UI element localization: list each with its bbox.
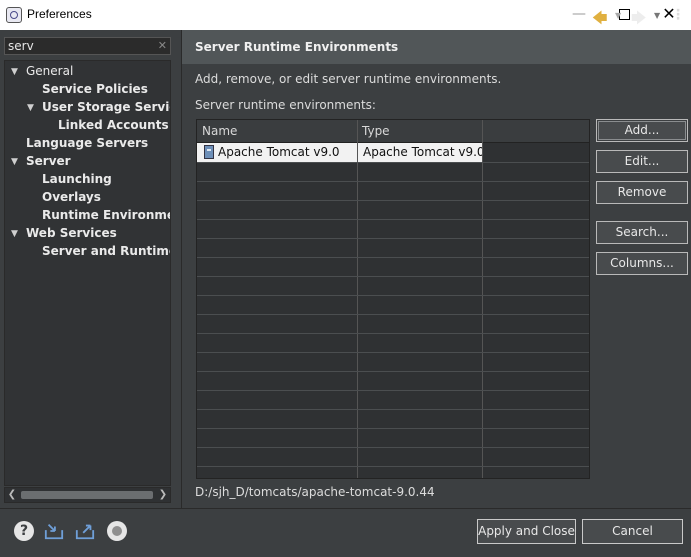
table-row[interactable]: Apache Tomcat v9.0 Apache Tomcat v9.0 — [197, 143, 589, 163]
import-icon[interactable] — [44, 521, 64, 541]
view-menu-icon[interactable]: ⋮ — [671, 7, 685, 23]
forward-arrow-icon[interactable]: 🡆 — [631, 8, 647, 33]
empty-row — [197, 276, 589, 296]
runtime-location-path: D:/sjh_D/tomcats/apache-tomcat-9.0.44 — [195, 485, 435, 499]
page-description: Add, remove, or edit server runtime envi… — [195, 72, 502, 86]
tree-item-runtime-environments[interactable]: Runtime Environments — [42, 208, 170, 222]
filter-input[interactable]: serv ✕ — [4, 37, 171, 55]
expand-server-icon[interactable]: ▼ — [11, 157, 18, 167]
page-title: Server Runtime Environments — [195, 40, 399, 54]
expand-general-icon[interactable]: ▼ — [11, 67, 18, 77]
empty-row — [197, 181, 589, 201]
tree-item-web-services[interactable]: Web Services — [26, 226, 117, 240]
scroll-left-icon[interactable]: ❮ — [5, 488, 19, 502]
help-icon[interactable]: ? — [14, 521, 34, 541]
eclipse-app-icon — [6, 7, 22, 23]
empty-row — [197, 314, 589, 334]
tree-item-service-policies[interactable]: Service Policies — [42, 82, 148, 96]
export-icon[interactable] — [75, 521, 95, 541]
empty-row — [197, 295, 589, 315]
edit-button[interactable]: Edit... — [596, 150, 688, 173]
apply-and-close-button[interactable]: Apply and Close — [477, 519, 576, 544]
runtimes-table[interactable]: Name Type Apache Tomcat v9.0 Apache Tomc… — [196, 119, 590, 479]
empty-row — [197, 390, 589, 410]
window-title: Preferences — [27, 7, 92, 21]
table-header: Name Type — [197, 120, 589, 143]
remove-button[interactable]: Remove — [596, 181, 688, 204]
empty-row — [197, 428, 589, 448]
column-header-type[interactable]: Type — [362, 124, 390, 138]
scroll-thumb[interactable] — [21, 491, 153, 499]
forward-dropdown-icon[interactable]: ▼ — [654, 11, 660, 20]
empty-row — [197, 371, 589, 391]
clear-filter-icon[interactable]: ✕ — [158, 38, 167, 54]
title-bar: Preferences — ✕ — [0, 0, 691, 30]
back-arrow-icon[interactable]: 🡄 — [592, 8, 608, 33]
tree-item-server[interactable]: Server — [26, 154, 71, 168]
tree-item-language-servers[interactable]: Language Servers — [26, 136, 148, 150]
empty-row — [197, 447, 589, 467]
expand-web-services-icon[interactable]: ▼ — [11, 229, 18, 239]
oomph-icon[interactable] — [107, 521, 127, 541]
tree-item-general[interactable]: General — [26, 64, 73, 78]
column-header-name[interactable]: Name — [202, 124, 237, 138]
add-button[interactable]: Add... — [596, 119, 688, 142]
preferences-tree: ▼ General Service Policies ▼ User Storag… — [4, 60, 171, 486]
tree-horizontal-scrollbar[interactable]: ❮ ❯ — [4, 487, 171, 503]
empty-row — [197, 352, 589, 372]
columns-button[interactable]: Columns... — [596, 252, 688, 275]
tree-item-linked-accounts[interactable]: Linked Accounts — [58, 118, 169, 132]
empty-row — [197, 200, 589, 220]
splitter[interactable] — [181, 30, 182, 508]
filter-text: serv — [8, 39, 34, 53]
scroll-right-icon[interactable]: ❯ — [156, 488, 170, 502]
empty-row — [197, 162, 589, 182]
tree-item-overlays[interactable]: Overlays — [42, 190, 101, 204]
minimize-button[interactable]: — — [567, 4, 591, 24]
tree-item-user-storage-service[interactable]: User Storage Service — [42, 100, 170, 114]
empty-row — [197, 238, 589, 258]
back-dropdown-icon[interactable]: ▼ — [615, 11, 621, 20]
cell-name: Apache Tomcat v9.0 — [197, 143, 357, 162]
tree-item-server-and-runtime[interactable]: Server and Runtime — [42, 244, 170, 258]
cell-type: Apache Tomcat v9.0 — [358, 143, 482, 162]
empty-row — [197, 409, 589, 429]
expand-user-storage-icon[interactable]: ▼ — [27, 103, 34, 113]
page-header: Server Runtime Environments — [182, 30, 691, 64]
empty-row — [197, 257, 589, 277]
cancel-button[interactable]: Cancel — [582, 519, 683, 544]
tree-item-launching[interactable]: Launching — [42, 172, 112, 186]
server-runtime-icon — [204, 145, 214, 159]
empty-row — [197, 219, 589, 239]
empty-row — [197, 333, 589, 353]
search-button[interactable]: Search... — [596, 221, 688, 244]
runtimes-list-label: Server runtime environments: — [195, 98, 376, 112]
footer-divider — [0, 508, 691, 509]
